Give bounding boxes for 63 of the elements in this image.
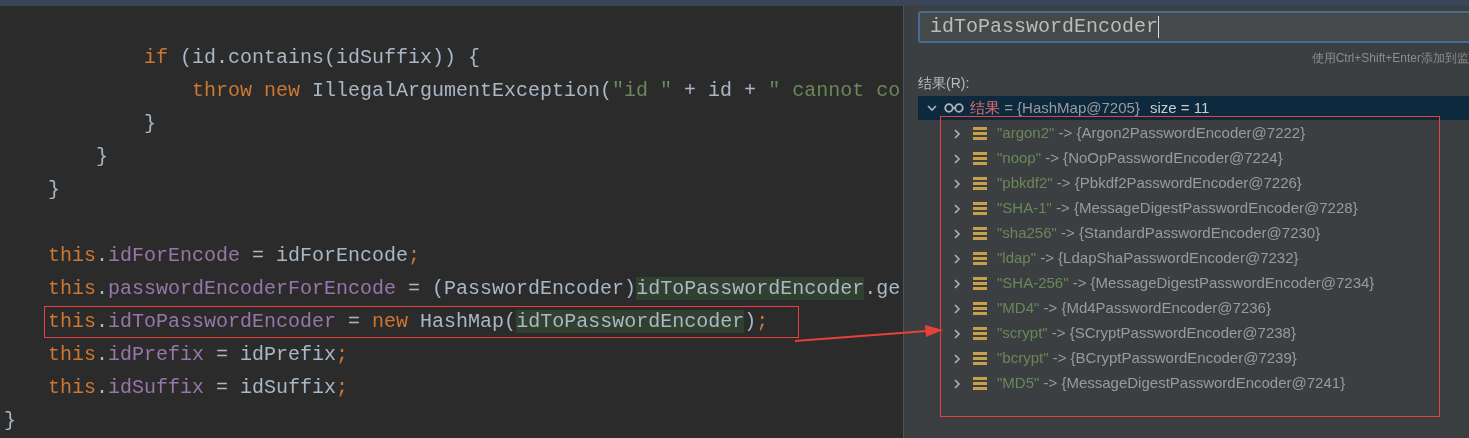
field-icon (973, 177, 987, 190)
code-line: throw new IllegalArgumentException("id " + id + " cannot co (191, 77, 902, 104)
code-line: } (95, 143, 109, 170)
tree-row[interactable]: 结果 = {HashMap@7205} size = 11 (918, 96, 1469, 120)
code-line: if (id.contains(idSuffix)) { (143, 44, 482, 71)
code-line: } (143, 110, 157, 137)
chevron-right-icon[interactable] (951, 327, 963, 340)
size-text: size = 11 (1149, 97, 1210, 118)
chevron-right-icon[interactable] (951, 377, 963, 390)
tree-row[interactable]: "argon2" -> {Argon2PasswordEncoder@7222} (941, 121, 1439, 146)
glasses-icon (944, 103, 964, 113)
tree-row[interactable]: "noop" -> {NoOpPasswordEncoder@7224} (941, 146, 1439, 171)
chevron-right-icon[interactable] (951, 127, 963, 140)
tree-row[interactable]: "sha256" -> {StandardPasswordEncoder@7230} (941, 221, 1439, 246)
chevron-right-icon[interactable] (951, 202, 963, 215)
tree-row[interactable]: "scrypt" -> {SCryptPasswordEncoder@7238} (941, 321, 1439, 346)
chevron-right-icon[interactable] (951, 352, 963, 365)
code-line: } (3, 407, 17, 434)
entry-text: "SHA-256" -> {MessageDigestPasswordEncoder@7234} (997, 273, 1375, 294)
field-icon (973, 227, 987, 240)
chevron-right-icon[interactable] (951, 302, 963, 315)
expression-field[interactable]: idToPasswordEncoder (918, 11, 1469, 43)
entry-text: "MD4" -> {Md4PasswordEncoder@7236} (997, 298, 1271, 319)
field-icon (973, 202, 987, 215)
code-line: this.idPrefix = idPrefix; (47, 341, 350, 368)
tree-row[interactable]: "SHA-1" -> {MessageDigestPasswordEncoder@7228} (941, 196, 1439, 221)
chevron-right-icon[interactable] (951, 277, 963, 290)
field-icon (973, 277, 987, 290)
chevron-right-icon[interactable] (951, 152, 963, 165)
field-icon (973, 127, 987, 140)
chevron-right-icon[interactable] (951, 252, 963, 265)
tree-row[interactable]: "bcrypt" -> {BCryptPasswordEncoder@7239} (941, 346, 1439, 371)
entry-text: "sha256" -> {StandardPasswordEncoder@7230} (997, 223, 1321, 244)
result-text: 结果 = {HashMap@7205} (970, 97, 1140, 118)
code-line: this.passwordEncoderForEncode = (PasswordEncoder)idToPasswordEncoder.ge (47, 275, 902, 302)
chevron-right-icon[interactable] (951, 177, 963, 190)
chevron-down-icon[interactable] (926, 102, 938, 114)
tree-row[interactable]: "pbkdf2" -> {Pbkdf2PasswordEncoder@7226} (941, 171, 1439, 196)
field-icon (973, 302, 987, 315)
code-line: this.idToPasswordEncoder = new HashMap(idToPasswordEncoder); (45, 306, 799, 337)
entry-text: "SHA-1" -> {MessageDigestPasswordEncoder@7228} (997, 198, 1358, 219)
code-line: } (47, 176, 61, 203)
tree-row[interactable]: "ldap" -> {LdapShaPasswordEncoder@7232} (941, 246, 1439, 271)
tree-row[interactable]: "SHA-256" -> {MessageDigestPasswordEncoder@7234} (941, 271, 1439, 296)
field-icon (973, 377, 987, 390)
tree-row[interactable]: "MD5" -> {MessageDigestPasswordEncoder@7241} (941, 371, 1439, 396)
code-line: this.idSuffix = idSuffix; (47, 374, 350, 401)
code-line: this.idForEncode = idForEncode; (47, 242, 422, 269)
result-label: 结果(R): (918, 74, 971, 93)
hint-text: 使用Ctrl+Shift+Enter添加到监 (1311, 50, 1469, 67)
tree-row[interactable]: "MD4" -> {Md4PasswordEncoder@7236} (941, 296, 1439, 321)
entry-text: "pbkdf2" -> {Pbkdf2PasswordEncoder@7226} (997, 173, 1302, 194)
chevron-right-icon[interactable] (951, 227, 963, 240)
entry-text: "noop" -> {NoOpPasswordEncoder@7224} (997, 148, 1283, 169)
entry-text: "argon2" -> {Argon2PasswordEncoder@7222} (997, 123, 1306, 144)
entry-text: "bcrypt" -> {BCryptPasswordEncoder@7239} (997, 348, 1297, 369)
field-icon (973, 152, 987, 165)
entry-text: "ldap" -> {LdapShaPasswordEncoder@7232} (997, 248, 1299, 269)
entry-text: "MD5" -> {MessageDigestPasswordEncoder@7241} (997, 373, 1346, 394)
field-icon (973, 352, 987, 365)
field-icon (973, 327, 987, 340)
entry-text: "scrypt" -> {SCryptPasswordEncoder@7238} (997, 323, 1296, 344)
field-icon (973, 252, 987, 265)
